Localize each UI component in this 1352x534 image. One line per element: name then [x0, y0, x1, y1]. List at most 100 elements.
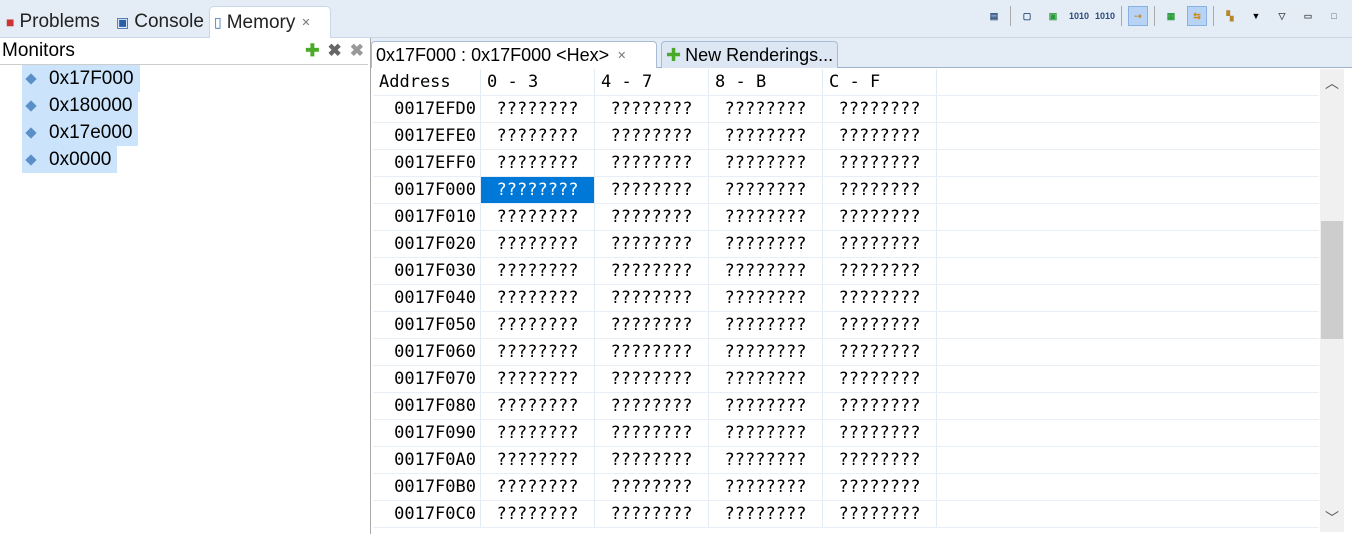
memory-cell[interactable]: ????????: [709, 231, 823, 257]
new-tab-icon[interactable]: ▢: [1017, 6, 1037, 26]
memory-cell[interactable]: ????????: [709, 150, 823, 176]
monitor-item[interactable]: 0x0000: [22, 146, 118, 173]
memory-cell[interactable]: ????????: [481, 285, 595, 311]
memory-cell[interactable]: ????????: [481, 339, 595, 365]
memory-cell[interactable]: ????????: [823, 420, 937, 446]
memory-cell[interactable]: ????????: [481, 474, 595, 500]
view-menu-icon[interactable]: ▽: [1272, 6, 1292, 26]
memory-cell[interactable]: ????????: [709, 420, 823, 446]
minimize-icon[interactable]: ▭: [1298, 6, 1318, 26]
memory-cell[interactable]: ????????: [823, 231, 937, 257]
memory-cell[interactable]: ????????: [709, 96, 823, 122]
memory-cell[interactable]: ????????: [481, 420, 595, 446]
memory-cell[interactable]: ????????: [481, 366, 595, 392]
memory-cell[interactable]: ????????: [595, 150, 709, 176]
column-header: Address: [373, 69, 481, 95]
memory-cell[interactable]: ????????: [595, 339, 709, 365]
layout-icon[interactable]: ▚: [1220, 6, 1240, 26]
memory-cell[interactable]: ????????: [823, 393, 937, 419]
memory-cell[interactable]: ????????: [823, 501, 937, 527]
scrollbar-thumb[interactable]: [1321, 221, 1343, 339]
memory-cell[interactable]: ????????: [709, 366, 823, 392]
memory-cell[interactable]: ????????: [595, 123, 709, 149]
tab-new-renderings[interactable]: ✚ New Renderings...: [661, 41, 839, 68]
memory-cell[interactable]: ????????: [595, 231, 709, 257]
tab-console[interactable]: ▣ Console: [112, 6, 208, 38]
memory-cell[interactable]: ????????: [823, 123, 937, 149]
copy-icon[interactable]: ▤: [984, 6, 1004, 26]
memory-cell[interactable]: ????????: [595, 258, 709, 284]
scroll-up-icon[interactable]: ︿: [1320, 73, 1344, 93]
memory-cell[interactable]: ????????: [823, 285, 937, 311]
memory-cell[interactable]: ????????: [481, 501, 595, 527]
memory-cell[interactable]: ????????: [595, 501, 709, 527]
memory-cell[interactable]: ????????: [823, 312, 937, 338]
memory-cell[interactable]: ????????: [481, 123, 595, 149]
tab-memory[interactable]: ▯ Memory ✕: [209, 6, 331, 38]
address-cell: 0017EFE0: [373, 123, 481, 149]
monitor-item[interactable]: 0x180000: [22, 92, 139, 119]
memory-cell[interactable]: ????????: [709, 474, 823, 500]
memory-cell[interactable]: ????????: [595, 312, 709, 338]
memory-cell[interactable]: ????????: [481, 393, 595, 419]
memory-cell[interactable]: ????????: [823, 177, 937, 203]
memory-cell[interactable]: ????????: [481, 231, 595, 257]
memory-cell[interactable]: ????????: [595, 474, 709, 500]
memory-cell[interactable]: ????????: [823, 150, 937, 176]
memory-cell[interactable]: ????????: [709, 258, 823, 284]
menu-icon[interactable]: ▼: [1246, 6, 1266, 26]
table-row: 0017F020????????????????????????????????: [373, 231, 1319, 258]
memory-cell[interactable]: ????????: [709, 285, 823, 311]
monitor-item[interactable]: 0x17e000: [22, 119, 139, 146]
swap-icon[interactable]: ⇆: [1187, 6, 1207, 26]
memory-cell[interactable]: ????????: [709, 447, 823, 473]
tab-problems[interactable]: ■ Problems: [2, 6, 104, 38]
remove-monitor-icon[interactable]: ✖: [328, 41, 342, 61]
memory-cell[interactable]: ????????: [481, 204, 595, 230]
close-icon[interactable]: ✕: [617, 49, 626, 62]
memory-cell[interactable]: ????????: [823, 339, 937, 365]
memory-cell[interactable]: ????????: [481, 258, 595, 284]
memory-cell[interactable]: ????????: [595, 96, 709, 122]
memory-cell[interactable]: ????????: [481, 447, 595, 473]
memory-cell[interactable]: ????????: [823, 96, 937, 122]
memory-cell[interactable]: ????????: [595, 177, 709, 203]
link-icon[interactable]: ⇢: [1128, 6, 1148, 26]
memory-cell[interactable]: ????????: [595, 285, 709, 311]
memory-cell[interactable]: ????????: [481, 312, 595, 338]
memory-cell[interactable]: ????????: [595, 420, 709, 446]
memory-cell[interactable]: ????????: [823, 366, 937, 392]
add-monitor-icon[interactable]: ✚: [305, 41, 319, 61]
memory-cell[interactable]: ????????: [709, 393, 823, 419]
memory-cell[interactable]: ????????: [595, 393, 709, 419]
memory-cell[interactable]: ????????: [481, 96, 595, 122]
memory-cell[interactable]: ????????: [823, 474, 937, 500]
memory-cell[interactable]: ????????: [823, 204, 937, 230]
columns-icon[interactable]: ▦: [1161, 6, 1181, 26]
memory-cell[interactable]: ????????: [709, 501, 823, 527]
tab-hex-rendering[interactable]: 0x17F000 : 0x17F000 <Hex> ✕: [371, 41, 657, 68]
memory-cell[interactable]: ????????: [595, 447, 709, 473]
bytes-left-icon[interactable]: 1010: [1069, 6, 1089, 26]
pin-icon[interactable]: ▣: [1043, 6, 1063, 26]
bytes-right-icon[interactable]: 1010: [1095, 6, 1115, 26]
vertical-scrollbar[interactable]: ︿ ﹀: [1320, 69, 1344, 532]
close-icon[interactable]: ✕: [301, 16, 310, 29]
table-row: 0017F090????????????????????????????????: [373, 420, 1319, 447]
memory-cell[interactable]: ????????: [481, 150, 595, 176]
remove-all-monitors-icon[interactable]: ✖: [350, 41, 364, 61]
memory-cell[interactable]: ????????: [709, 339, 823, 365]
maximize-icon[interactable]: □: [1324, 6, 1344, 26]
memory-cell[interactable]: ????????: [709, 123, 823, 149]
memory-cell[interactable]: ????????: [595, 366, 709, 392]
problems-icon: ■: [6, 14, 15, 30]
memory-cell[interactable]: ????????: [709, 177, 823, 203]
monitor-item[interactable]: 0x17F000: [22, 65, 140, 92]
memory-cell[interactable]: ????????: [595, 204, 709, 230]
memory-cell[interactable]: ????????: [709, 204, 823, 230]
memory-cell[interactable]: ????????: [823, 447, 937, 473]
memory-cell[interactable]: ????????: [481, 177, 595, 203]
memory-cell[interactable]: ????????: [709, 312, 823, 338]
memory-cell[interactable]: ????????: [823, 258, 937, 284]
scroll-down-icon[interactable]: ﹀: [1320, 508, 1344, 528]
